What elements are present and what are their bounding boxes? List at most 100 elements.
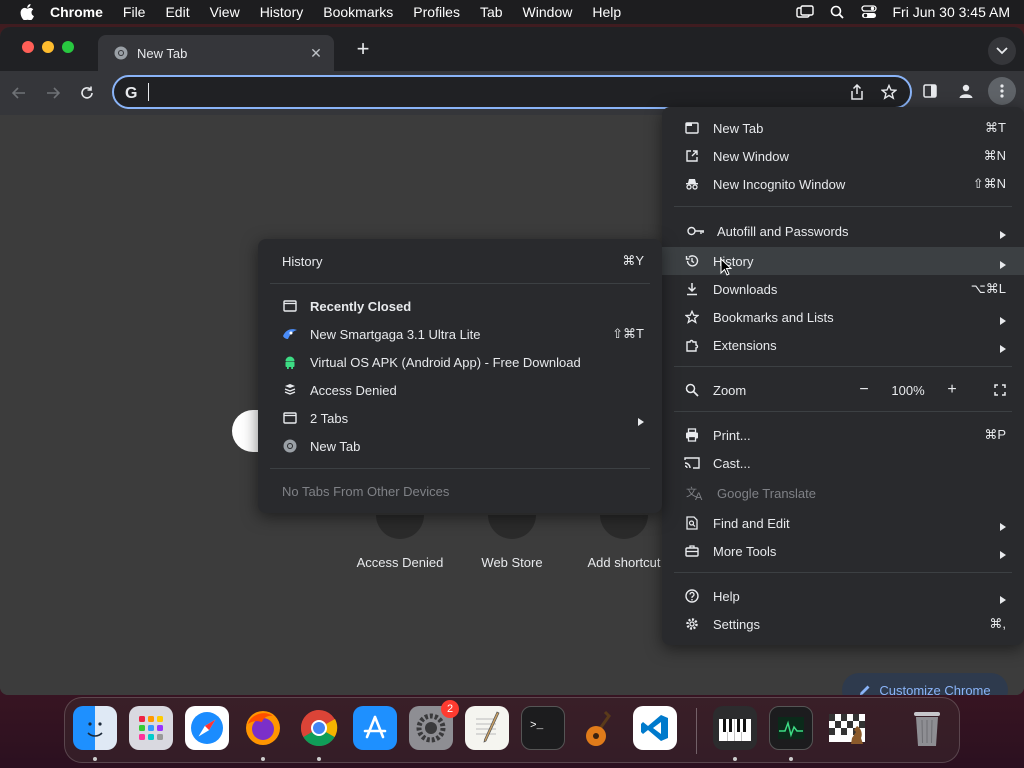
- chrome-icon: [114, 46, 128, 60]
- back-arrow-icon[interactable]: [8, 82, 30, 104]
- finder-icon[interactable]: [73, 706, 117, 750]
- fullscreen-icon[interactable]: [994, 384, 1006, 396]
- history-entry[interactable]: 2 Tabs: [258, 404, 662, 432]
- tab-new-tab[interactable]: New Tab ✕: [98, 35, 334, 71]
- menu-edit[interactable]: Edit: [165, 4, 189, 20]
- menu-bookmarks[interactable]: Bookmarks: [323, 4, 393, 20]
- tab-search-chevron-icon[interactable]: [988, 37, 1016, 65]
- history-menu-item[interactable]: History ⌘Y: [258, 247, 662, 275]
- menu-item-label: Find and Edit: [713, 515, 790, 531]
- control-center-icon[interactable]: [860, 4, 878, 20]
- bookmark-star-icon[interactable]: [878, 81, 900, 103]
- system-settings-icon[interactable]: 2: [409, 700, 459, 750]
- apple-icon[interactable]: [18, 3, 36, 21]
- textedit-icon[interactable]: [465, 706, 509, 750]
- garageband-icon[interactable]: [577, 706, 621, 750]
- menu-item-find-edit[interactable]: Find and Edit: [662, 509, 1024, 537]
- menu-history[interactable]: History: [260, 4, 304, 20]
- history-entry-label: New Tab: [310, 438, 361, 454]
- history-shortcut: ⌘Y: [622, 253, 644, 268]
- address-bar[interactable]: G: [112, 75, 912, 109]
- app-store-icon[interactable]: [353, 706, 397, 750]
- history-entry[interactable]: Access Denied: [258, 376, 662, 404]
- piano-icon[interactable]: [713, 706, 757, 750]
- menu-item-shortcut: ⌘T: [985, 120, 1006, 135]
- history-submenu: History ⌘Y Recently Closed New Smartgaga…: [258, 239, 662, 513]
- menu-item-new-tab[interactable]: New Tab ⌘T: [662, 114, 1024, 142]
- smartgaga-icon: [282, 326, 298, 342]
- menu-item-cast[interactable]: Cast...: [662, 449, 1024, 477]
- menu-item-new-incognito[interactable]: New Incognito Window ⇧⌘N: [662, 170, 1024, 198]
- more-options-kebab-icon[interactable]: [988, 77, 1016, 105]
- vscode-icon[interactable]: [633, 706, 677, 750]
- customize-chrome-button[interactable]: Customize Chrome: [842, 673, 1008, 695]
- screen-mirroring-icon[interactable]: [796, 4, 815, 20]
- chrome-app-icon[interactable]: [297, 706, 341, 750]
- menu-item-shortcut: ⌘P: [984, 427, 1006, 442]
- menubar-clock[interactable]: Fri Jun 30 3:45 AM: [892, 4, 1010, 20]
- menu-item-shortcut: ⌥⌘L: [970, 281, 1006, 296]
- window-controls: [22, 41, 74, 53]
- spotlight-search-icon[interactable]: [828, 4, 846, 20]
- menu-item-label: New Window: [713, 148, 789, 164]
- history-entry[interactable]: Virtual OS APK (Android App) - Free Down…: [258, 348, 662, 376]
- menu-item-label: Help: [713, 588, 740, 604]
- menu-item-settings[interactable]: Settings ⌘,: [662, 610, 1024, 638]
- trash-icon[interactable]: [905, 706, 949, 750]
- menu-item-downloads[interactable]: Downloads ⌥⌘L: [662, 275, 1024, 303]
- shortcut-access-denied[interactable]: Access Denied: [345, 515, 455, 570]
- share-icon[interactable]: [846, 81, 868, 103]
- menu-item-label: Cast...: [713, 455, 751, 471]
- submenu-arrow-icon: [1000, 313, 1006, 325]
- menu-window[interactable]: Window: [523, 4, 573, 20]
- address-input[interactable]: [159, 84, 846, 100]
- profile-avatar-icon[interactable]: [952, 77, 980, 105]
- history-label: History: [282, 253, 323, 269]
- zoom-in-button[interactable]: +: [942, 381, 962, 399]
- shortcut-icon: [376, 515, 424, 539]
- side-panel-icon[interactable]: [916, 77, 944, 105]
- forward-arrow-icon[interactable]: [42, 82, 64, 104]
- terminal-icon[interactable]: >_: [521, 706, 565, 750]
- menu-item-label: Print...: [713, 427, 751, 443]
- zoom-out-button[interactable]: −: [854, 381, 874, 399]
- shortcut-web-store[interactable]: Web Store: [457, 515, 567, 570]
- menu-item-history[interactable]: History: [662, 247, 1024, 275]
- menu-help[interactable]: Help: [592, 4, 621, 20]
- close-tab-icon[interactable]: ✕: [308, 45, 324, 61]
- menu-item-new-window[interactable]: New Window ⌘N: [662, 142, 1024, 170]
- activity-monitor-icon[interactable]: [769, 706, 813, 750]
- menu-file[interactable]: File: [123, 4, 146, 20]
- chess-icon[interactable]: [825, 706, 869, 750]
- minimize-window-button[interactable]: [42, 41, 54, 53]
- safari-icon[interactable]: [185, 706, 229, 750]
- add-shortcut-icon: [600, 515, 648, 539]
- svg-text:G: G: [125, 85, 137, 100]
- launchpad-icon[interactable]: [129, 706, 173, 750]
- new-tab-plus-icon[interactable]: +: [350, 37, 376, 63]
- history-entry[interactable]: New Tab: [258, 432, 662, 460]
- menu-app-name[interactable]: Chrome: [50, 4, 103, 20]
- menu-item-bookmarks-lists[interactable]: Bookmarks and Lists: [662, 303, 1024, 331]
- history-entry[interactable]: New Smartgaga 3.1 Ultra Lite ⇧⌘T: [258, 320, 662, 348]
- svg-text:A: A: [695, 491, 703, 500]
- close-window-button[interactable]: [22, 41, 34, 53]
- menu-item-google-translate: 文A Google Translate: [662, 479, 1024, 507]
- menu-item-help[interactable]: Help: [662, 582, 1024, 610]
- menu-separator: [674, 411, 1012, 412]
- menu-item-print[interactable]: Print... ⌘P: [662, 421, 1024, 449]
- notification-badge: 2: [441, 700, 459, 718]
- menu-tab[interactable]: Tab: [480, 4, 503, 20]
- menu-item-label: Autofill and Passwords: [717, 223, 849, 239]
- menu-item-extensions[interactable]: Extensions: [662, 331, 1024, 359]
- menu-separator: [674, 572, 1012, 573]
- menu-item-more-tools[interactable]: More Tools: [662, 537, 1024, 565]
- reload-icon[interactable]: [76, 82, 98, 104]
- firefox-icon[interactable]: [241, 706, 285, 750]
- zoom-icon: [684, 382, 700, 398]
- menu-view[interactable]: View: [210, 4, 240, 20]
- menu-item-autofill[interactable]: Autofill and Passwords: [662, 217, 1024, 245]
- menu-item-shortcut: ⇧⌘N: [972, 176, 1006, 191]
- menu-profiles[interactable]: Profiles: [413, 4, 460, 20]
- zoom-window-button[interactable]: [62, 41, 74, 53]
